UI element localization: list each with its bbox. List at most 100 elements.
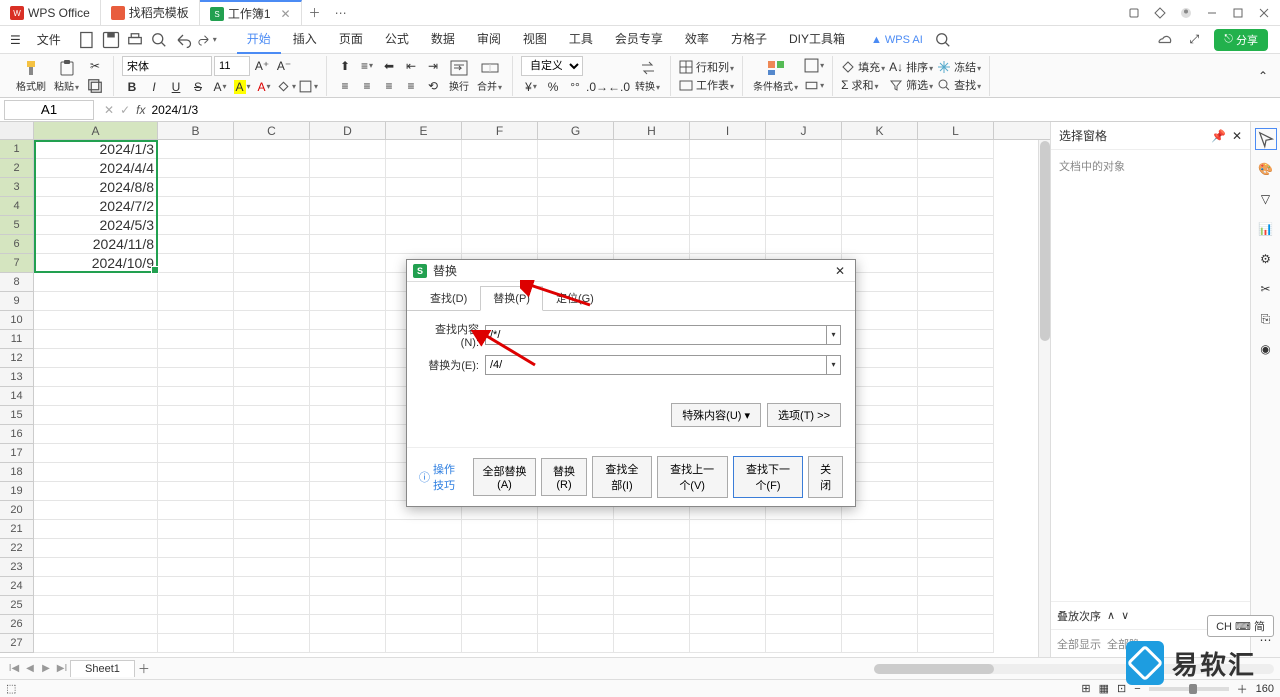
dialog-tab-replace[interactable]: 替换(P) (480, 286, 543, 311)
cell[interactable] (614, 577, 690, 596)
cell[interactable] (538, 235, 614, 254)
redo-icon[interactable] (197, 30, 217, 50)
rail-backup-icon[interactable]: ⎘ (1255, 308, 1277, 330)
cell[interactable] (538, 178, 614, 197)
cell[interactable] (234, 501, 310, 520)
rail-help-icon[interactable]: ◉ (1255, 338, 1277, 360)
menutab-diy[interactable]: DIY工具箱 (779, 25, 855, 54)
cell[interactable] (234, 349, 310, 368)
cell[interactable] (310, 482, 386, 501)
menutab-member[interactable]: 会员专享 (605, 25, 673, 54)
cell[interactable] (918, 368, 994, 387)
cell[interactable]: 2024/11/8 (34, 235, 158, 254)
cell[interactable] (462, 197, 538, 216)
menutab-efficiency[interactable]: 效率 (675, 25, 719, 54)
convert-button[interactable]: 转换 (633, 59, 662, 93)
cell[interactable] (842, 615, 918, 634)
search-icon[interactable] (933, 30, 953, 50)
cell[interactable] (538, 615, 614, 634)
cell[interactable] (158, 349, 234, 368)
select-all-corner[interactable] (0, 122, 34, 139)
cell[interactable] (310, 216, 386, 235)
col-header[interactable]: L (918, 122, 994, 139)
cell[interactable] (918, 539, 994, 558)
cell[interactable] (538, 140, 614, 159)
cell[interactable] (842, 520, 918, 539)
cell[interactable] (766, 159, 842, 178)
find-next-button[interactable]: 查找下一个(F) (733, 456, 804, 498)
cell[interactable] (234, 292, 310, 311)
cell[interactable] (310, 387, 386, 406)
cell[interactable] (386, 178, 462, 197)
cell[interactable] (842, 596, 918, 615)
cell[interactable] (766, 577, 842, 596)
cell[interactable] (918, 178, 994, 197)
cell[interactable] (310, 292, 386, 311)
dialog-tab-find[interactable]: 查找(D) (417, 286, 480, 310)
cell[interactable] (462, 596, 538, 615)
cell[interactable] (766, 634, 842, 653)
cell[interactable] (386, 577, 462, 596)
align-c-icon[interactable]: ≡ (357, 77, 377, 95)
cell[interactable] (462, 634, 538, 653)
cell[interactable] (766, 216, 842, 235)
expand-icon[interactable]: ⤢ (1184, 30, 1204, 50)
cell[interactable] (310, 406, 386, 425)
row-header[interactable]: 22 (0, 539, 34, 558)
cell[interactable] (310, 634, 386, 653)
sort-button[interactable]: 排序 (906, 59, 933, 75)
cell[interactable] (234, 558, 310, 577)
cell[interactable] (918, 159, 994, 178)
sheet-nav-next[interactable]: ▶ (38, 663, 54, 674)
cell[interactable] (842, 577, 918, 596)
cell[interactable] (158, 235, 234, 254)
menutab-tools[interactable]: 工具 (559, 25, 603, 54)
cell[interactable] (690, 634, 766, 653)
cell[interactable] (842, 159, 918, 178)
cell[interactable] (766, 140, 842, 159)
save-icon[interactable] (101, 30, 121, 50)
filter-button[interactable]: 筛选 (906, 77, 933, 93)
row-header[interactable]: 13 (0, 368, 34, 387)
cell[interactable] (690, 558, 766, 577)
row-header[interactable]: 18 (0, 463, 34, 482)
cell[interactable] (310, 197, 386, 216)
cell[interactable] (158, 311, 234, 330)
cell[interactable] (462, 159, 538, 178)
cell[interactable] (386, 216, 462, 235)
fx-icon[interactable]: fx (136, 103, 145, 117)
view-normal-icon[interactable]: ⊞ (1081, 682, 1090, 695)
cell[interactable] (386, 539, 462, 558)
highlight-icon[interactable]: A (232, 78, 252, 96)
cell[interactable] (158, 634, 234, 653)
cell[interactable] (918, 444, 994, 463)
cell[interactable] (158, 178, 234, 197)
cell[interactable] (614, 634, 690, 653)
cell[interactable] (462, 235, 538, 254)
cell[interactable] (310, 539, 386, 558)
tab-workbook[interactable]: S 工作簿1 ✕ (200, 0, 302, 25)
format-brush-button[interactable]: 格式刷 (14, 59, 48, 93)
cell[interactable] (386, 596, 462, 615)
cell[interactable] (614, 216, 690, 235)
tab-template[interactable]: 找稻壳模板 (101, 0, 200, 25)
cell[interactable] (158, 406, 234, 425)
cell[interactable] (614, 178, 690, 197)
cell[interactable] (34, 596, 158, 615)
close-dialog-button[interactable]: 关闭 (808, 456, 843, 498)
col-header[interactable]: H (614, 122, 690, 139)
row-header[interactable]: 2 (0, 159, 34, 178)
cell[interactable] (310, 444, 386, 463)
cell[interactable] (34, 615, 158, 634)
cell[interactable] (34, 634, 158, 653)
menutab-review[interactable]: 审阅 (467, 25, 511, 54)
cell[interactable] (690, 216, 766, 235)
decrease-font-icon[interactable]: A⁻ (274, 57, 294, 75)
cell[interactable] (614, 520, 690, 539)
cell[interactable] (34, 520, 158, 539)
row-header[interactable]: 1 (0, 140, 34, 159)
cell[interactable] (158, 273, 234, 292)
cell[interactable] (158, 140, 234, 159)
row-header[interactable]: 23 (0, 558, 34, 577)
worksheet-button[interactable]: 工作表 (696, 77, 734, 93)
